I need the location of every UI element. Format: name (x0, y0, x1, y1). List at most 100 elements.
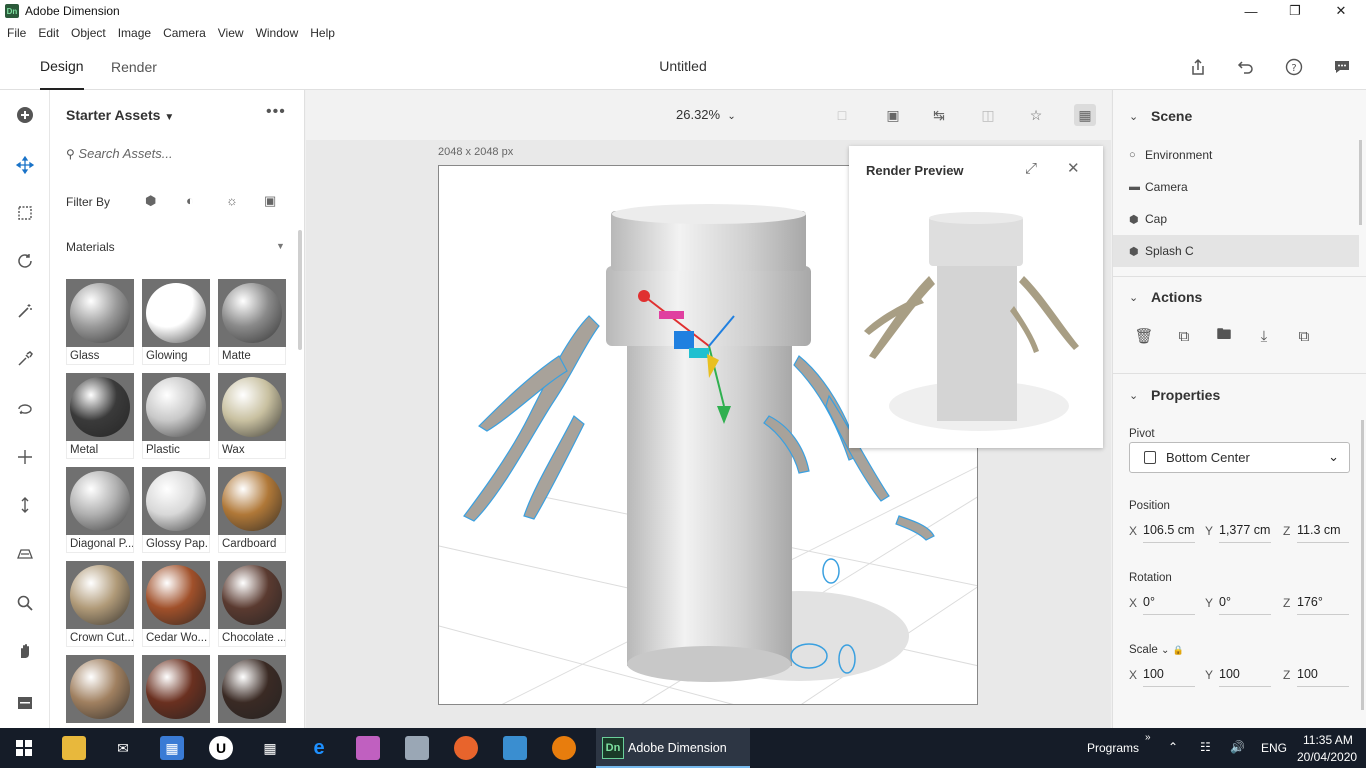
properties-scrollbar[interactable] (1361, 420, 1364, 710)
properties-collapse-icon[interactable]: ⌄ (1129, 389, 1138, 402)
rotation-z-field[interactable]: 176° (1297, 595, 1349, 615)
materials-filter-icon[interactable]: ◐ (186, 193, 194, 208)
scale-label[interactable]: Scale ⌄ 🔒 (1129, 644, 1184, 656)
dolly-tool-icon[interactable] (13, 493, 37, 517)
clock-date[interactable]: 20/04/2020 (1297, 750, 1357, 764)
tab-render[interactable]: Render (111, 44, 157, 90)
zoom-dropdown[interactable]: 26.32% ⌄ (676, 107, 736, 122)
material-thumbnail[interactable]: Diagonal P... (66, 467, 134, 553)
marquee-tool-icon[interactable] (13, 201, 37, 225)
models-filter-icon[interactable]: ⬢ (145, 193, 156, 209)
material-thumbnail[interactable]: Wax (218, 373, 286, 459)
starter-assets-dropdown[interactable]: Starter Assets ▼ (66, 107, 174, 123)
paint-icon[interactable] (356, 736, 380, 760)
material-thumbnail[interactable] (142, 655, 210, 723)
menu-edit[interactable]: Edit (33, 26, 64, 40)
delete-icon[interactable]: 🗑 (1134, 326, 1154, 346)
rotate-camera-icon[interactable] (13, 397, 37, 421)
orbit-tool-icon[interactable] (13, 249, 37, 273)
menu-file[interactable]: File (2, 26, 31, 40)
render-preview-toggle-icon[interactable]: ▦ (1074, 104, 1096, 126)
snap-icon[interactable]: ☆ (1025, 104, 1047, 126)
material-thumbnail[interactable]: Chocolate ... (218, 561, 286, 647)
start-icon[interactable] (12, 736, 36, 760)
zoom-tool-icon[interactable] (13, 591, 37, 615)
pivot-select[interactable]: Bottom Center ⌄ (1129, 442, 1350, 473)
language-indicator[interactable]: ENG (1261, 741, 1287, 755)
volume-icon[interactable]: 🔊 (1230, 740, 1245, 754)
calendar-icon[interactable]: ▦ (258, 736, 282, 760)
scale-z-field[interactable]: 100 (1297, 667, 1349, 687)
close-icon[interactable]: ✕ (1318, 0, 1364, 22)
menu-window[interactable]: Window (251, 26, 304, 40)
more-options-icon[interactable]: ••• (266, 103, 286, 121)
material-thumbnail[interactable]: Plastic (142, 373, 210, 459)
materials-collapse-icon[interactable]: ▼ (276, 241, 285, 251)
chevron-right-icon[interactable]: » (1145, 732, 1151, 743)
tab-design[interactable]: Design (40, 44, 84, 90)
menu-image[interactable]: Image (113, 26, 156, 40)
undo-icon[interactable] (1235, 56, 1257, 78)
material-thumbnail[interactable]: Glass (66, 279, 134, 365)
duplicate-icon[interactable]: ⧉ (1174, 326, 1194, 346)
photos-icon[interactable] (405, 736, 429, 760)
app-icon[interactable] (503, 736, 527, 760)
taskbar-adobe-dimension[interactable]: Dn Adobe Dimension (596, 728, 750, 768)
hand-tool-icon[interactable] (13, 639, 37, 663)
actions-collapse-icon[interactable]: ⌄ (1129, 291, 1138, 304)
scene-scrollbar[interactable] (1359, 140, 1362, 225)
rotation-x-field[interactable]: 0° (1143, 595, 1195, 615)
align-icon[interactable]: ↹ (928, 104, 950, 126)
menu-object[interactable]: Object (66, 26, 111, 40)
scene-item-environment[interactable]: ○ Environment (1113, 139, 1359, 171)
group-icon[interactable]: ◫ (977, 104, 999, 126)
unreal-engine-icon[interactable]: U (209, 736, 233, 760)
horizon-tool-icon[interactable] (13, 541, 37, 565)
scene-collapse-icon[interactable]: ⌄ (1129, 110, 1138, 123)
images-filter-icon[interactable]: ▣ (264, 193, 276, 209)
panel-toggle-icon[interactable] (13, 691, 37, 715)
material-thumbnail[interactable]: Glowing (142, 279, 210, 365)
share-icon[interactable] (1187, 56, 1209, 78)
position-y-field[interactable]: 1,377 cm (1219, 523, 1271, 543)
folder-icon[interactable]: 🖿 (1214, 326, 1234, 346)
magic-wand-icon[interactable] (13, 299, 37, 323)
drop-to-ground-icon[interactable]: ▣ (882, 104, 904, 126)
search-assets-input[interactable]: ⚲ Search Assets... (66, 146, 173, 161)
position-z-field[interactable]: 11.3 cm (1297, 523, 1349, 543)
scene-item-camera[interactable]: ▬ Camera (1113, 171, 1359, 203)
material-thumbnail[interactable]: Metal (66, 373, 134, 459)
select-tool-icon[interactable] (13, 153, 37, 177)
programs-toolbar[interactable]: Programs (1087, 741, 1139, 755)
material-thumbnail[interactable]: Cardboard (218, 467, 286, 553)
export-icon[interactable]: ⧉ (1294, 326, 1314, 346)
scene-item-cap[interactable]: ⬢ Cap (1113, 203, 1359, 235)
add-icon[interactable] (13, 103, 37, 127)
rotation-y-field[interactable]: 0° (1219, 595, 1271, 615)
sampler-tool-icon[interactable] (13, 347, 37, 371)
edge-icon[interactable]: e (307, 736, 331, 760)
close-preview-icon[interactable]: ✕ (1067, 159, 1080, 177)
feedback-icon[interactable] (1331, 56, 1353, 78)
material-thumbnail[interactable]: Matte (218, 279, 286, 365)
lights-filter-icon[interactable]: ☼ (226, 193, 238, 208)
menu-view[interactable]: View (213, 26, 249, 40)
mail-icon[interactable]: ✉ (111, 736, 135, 760)
clock-time[interactable]: 11:35 AM (1303, 733, 1353, 747)
expand-icon[interactable]: ⤢ (1025, 160, 1037, 177)
wifi-icon[interactable]: ☷ (1200, 740, 1211, 754)
file-explorer-icon[interactable] (62, 736, 86, 760)
minimize-icon[interactable]: — (1228, 0, 1274, 22)
material-thumbnail[interactable]: Crown Cut... (66, 561, 134, 647)
material-thumbnail[interactable] (66, 655, 134, 723)
frame-icon[interactable]: □ (831, 104, 853, 126)
download-icon[interactable]: ⤓ (1254, 326, 1274, 346)
material-thumbnail[interactable]: Cedar Wo... (142, 561, 210, 647)
material-thumbnail[interactable]: Glossy Pap... (142, 467, 210, 553)
scale-y-field[interactable]: 100 (1219, 667, 1271, 687)
help-icon[interactable]: ? (1283, 56, 1305, 78)
chevron-up-icon[interactable]: ⌃ (1168, 740, 1178, 754)
assets-scrollbar[interactable] (298, 230, 302, 350)
menu-camera[interactable]: Camera (158, 26, 211, 40)
scene-item-splash-c[interactable]: ⬢ Splash C (1113, 235, 1359, 267)
